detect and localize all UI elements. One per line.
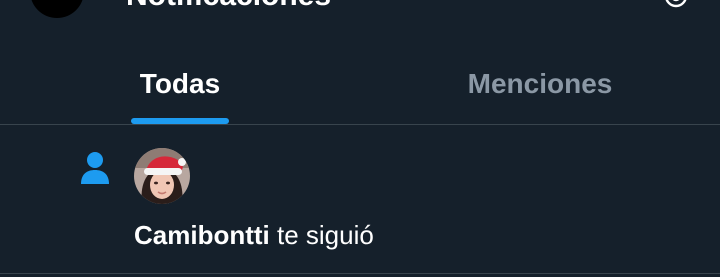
notification-text: Camibontti te siguió	[134, 220, 374, 250]
header: Notificaciones	[0, 0, 720, 40]
gear-icon[interactable]	[660, 0, 692, 12]
tab-menciones[interactable]: Menciones	[360, 40, 720, 124]
person-follow-icon	[81, 152, 109, 184]
notification-username[interactable]: Camibontti	[134, 220, 270, 250]
divider	[0, 273, 720, 274]
avatar[interactable]	[134, 148, 190, 204]
notification-item[interactable]: Camibontti te siguió	[0, 125, 720, 273]
tab-bar: Todas Menciones	[0, 40, 720, 124]
tab-todas[interactable]: Todas	[0, 40, 360, 124]
notifications-screen: Notificaciones Todas Menciones	[0, 0, 720, 277]
tab-label: Menciones	[467, 68, 613, 99]
notification-action: te siguió	[277, 220, 374, 250]
tab-label: Todas	[139, 68, 221, 99]
page-title: Notificaciones	[126, 0, 331, 14]
profile-avatar[interactable]	[30, 0, 84, 18]
